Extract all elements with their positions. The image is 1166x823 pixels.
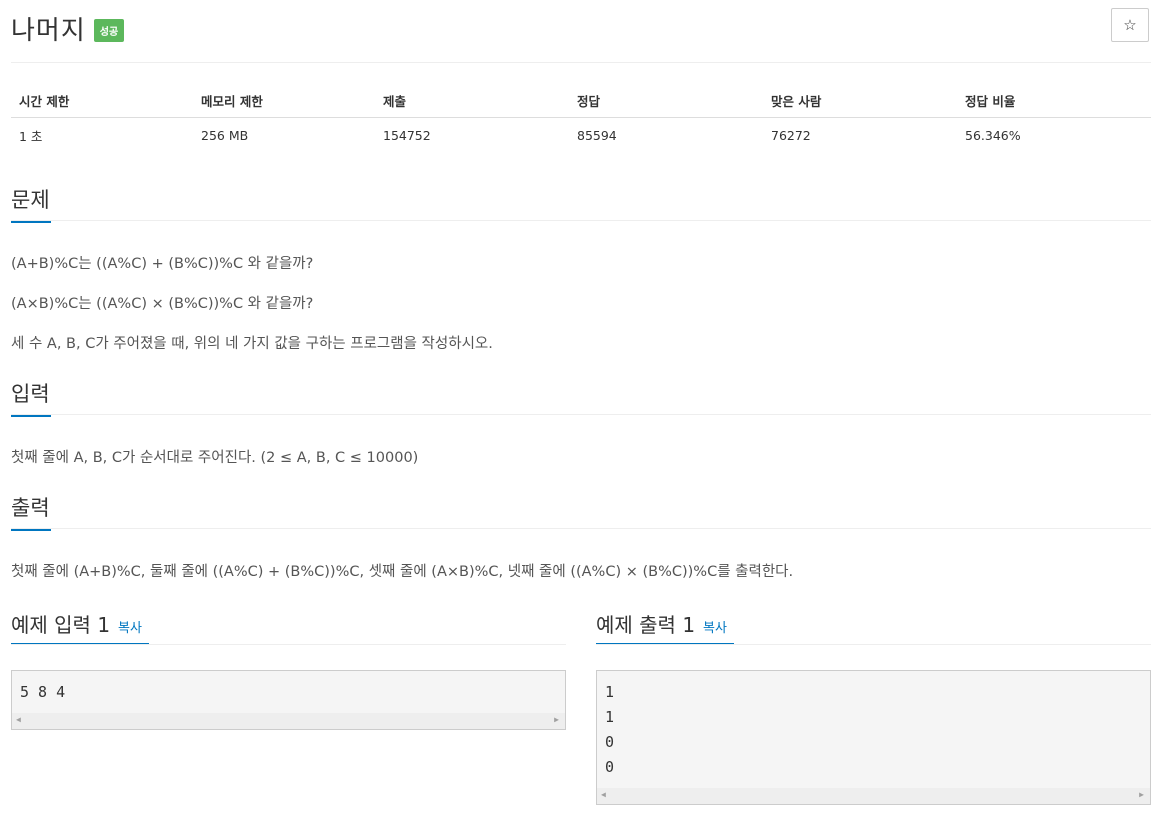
stats-header-submissions: 제출: [375, 84, 569, 118]
sample-output-content: 1 1 0 0: [605, 683, 615, 776]
problem-page: 나머지 성공 ☆ 시간 제한 메모리 제한 제출 정답 맞은 사람 정답 비율 …: [0, 0, 1166, 823]
section-underline: [11, 221, 51, 223]
sample-input-title-text: 예제 입력 1: [11, 613, 111, 637]
stats-solved-users: 76272: [771, 128, 811, 143]
stats-header-accept-ratio: 정답 비율: [957, 84, 1151, 118]
section-divider: [11, 220, 1151, 221]
output-section-title-text: 출력: [11, 496, 50, 520]
input-section-title-text: 입력: [11, 382, 50, 406]
title-row: 나머지 성공: [11, 8, 125, 48]
copy-sample-input-button[interactable]: 복사: [118, 621, 142, 636]
horizontal-scrollbar[interactable]: ◀ ▶: [597, 788, 1150, 804]
stats-accept-ratio: 56.346%: [965, 128, 1021, 143]
scroll-left-icon[interactable]: ◀: [601, 790, 606, 799]
section-divider: [11, 528, 1151, 529]
section-divider: [11, 644, 566, 645]
scroll-left-icon[interactable]: ◀: [16, 715, 21, 724]
section-underline: [11, 529, 51, 531]
sample-output-title-text: 예제 출력 1: [596, 613, 696, 637]
page-title: 나머지: [11, 15, 86, 46]
problem-description-line: (A×B)%C는 ((A%C) × (B%C))%C 와 같을까?: [11, 296, 314, 312]
copy-sample-output-button[interactable]: 복사: [703, 621, 727, 636]
sample-input-box[interactable]: 5 8 4 ◀ ▶: [11, 670, 566, 730]
stats-header-row: 시간 제한 메모리 제한 제출 정답 맞은 사람 정답 비율: [11, 84, 1151, 118]
problem-stats-table: 시간 제한 메모리 제한 제출 정답 맞은 사람 정답 비율 1 초 256 M…: [11, 84, 1151, 153]
star-button[interactable]: ☆: [1111, 8, 1149, 42]
stats-header-memory-limit: 메모리 제한: [193, 84, 375, 118]
stats-header-solved-users: 맞은 사람: [763, 84, 957, 118]
stats-header-time-limit: 시간 제한: [11, 84, 193, 118]
output-description: 첫째 줄에 (A+B)%C, 둘째 줄에 ((A%C) + (B%C))%C, …: [11, 564, 794, 580]
output-section-title: 출력: [11, 492, 51, 531]
stats-submissions: 154752: [383, 128, 431, 143]
input-section-title: 입력: [11, 378, 51, 417]
section-divider: [11, 414, 1151, 415]
sample-input-title: 예제 입력 1 복사: [11, 609, 142, 638]
status-badge: 성공: [93, 18, 125, 42]
stats-header-accepted: 정답: [569, 84, 763, 118]
stats-accepted: 85594: [577, 128, 617, 143]
horizontal-scrollbar[interactable]: ◀ ▶: [12, 713, 565, 729]
problem-section-title: 문제: [11, 184, 51, 223]
stats-value-row: 1 초 256 MB 154752 85594 76272 56.346%: [11, 118, 1151, 154]
section-divider: [596, 644, 1151, 645]
section-underline: [11, 415, 51, 417]
sample-input-content: 5 8 4: [20, 683, 66, 701]
problem-description-line: 세 수 A, B, C가 주어졌을 때, 위의 네 가지 값을 구하는 프로그램…: [11, 336, 493, 352]
sample-output-box[interactable]: 1 1 0 0 ◀ ▶: [596, 670, 1151, 805]
divider: [11, 62, 1151, 63]
problem-description-line: (A+B)%C는 ((A%C) + (B%C))%C 와 같을까?: [11, 256, 314, 272]
problem-section-title-text: 문제: [11, 188, 50, 212]
scroll-right-icon[interactable]: ▶: [554, 715, 559, 724]
input-description: 첫째 줄에 A, B, C가 순서대로 주어진다. (2 ≤ A, B, C ≤…: [11, 450, 419, 466]
stats-memory-limit: 256 MB: [201, 128, 249, 143]
stats-time-limit: 1 초: [19, 129, 43, 144]
sample-output-title: 예제 출력 1 복사: [596, 609, 727, 638]
star-icon: ☆: [1123, 16, 1137, 34]
scroll-right-icon[interactable]: ▶: [1139, 790, 1144, 799]
